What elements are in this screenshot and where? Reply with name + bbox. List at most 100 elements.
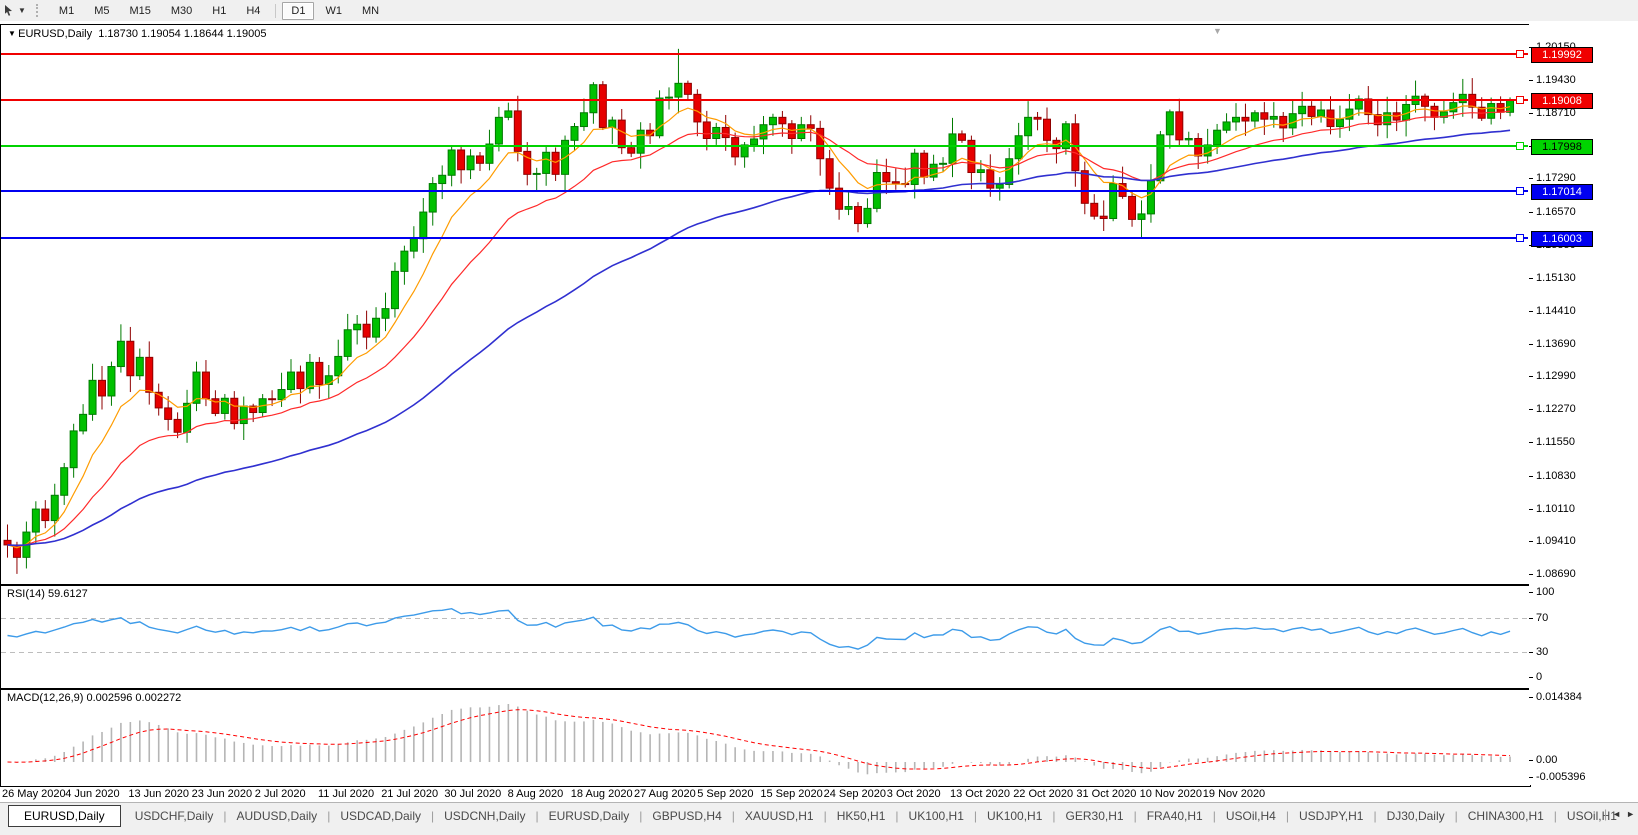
- candle-body: [201, 371, 210, 400]
- candle-body: [882, 172, 891, 183]
- price-axis-tick: [1529, 113, 1533, 115]
- chart-tab-usdchf-daily[interactable]: USDCHF,Daily: [125, 806, 224, 826]
- candle-body: [1260, 112, 1269, 120]
- candle-body: [476, 155, 484, 164]
- chart-tab-ger30-h1[interactable]: GER30,H1: [1056, 806, 1134, 826]
- candle-body: [797, 124, 806, 139]
- chart-tab-xauusd-h1[interactable]: XAUUSD,H1: [735, 806, 824, 826]
- chart-tab-uk100-h1[interactable]: UK100,H1: [899, 806, 974, 826]
- date-axis-label: 26 May 2020: [2, 788, 66, 800]
- candle-body: [79, 413, 88, 432]
- chart-tab-gbpusd-h4[interactable]: GBPUSD,H4: [642, 806, 731, 826]
- tab-scroll-right-icon[interactable]: ►: [1626, 809, 1635, 819]
- candle-body: [1506, 99, 1515, 113]
- price-axis-tick: [1529, 540, 1533, 542]
- price-axis-tick: [1529, 475, 1533, 477]
- timeframe-button-w1[interactable]: W1: [316, 2, 351, 20]
- candle-body: [1014, 135, 1023, 160]
- chart-tab-usdcnh-daily[interactable]: USDCNH,Daily: [434, 806, 535, 826]
- date-axis-label: 13 Jun 2020: [128, 788, 189, 800]
- chart-tab-eurusd-daily[interactable]: EURUSD,Daily: [539, 806, 640, 826]
- date-axis-label: 27 Aug 2020: [634, 788, 696, 800]
- price-axis-label: 1.13690: [1536, 338, 1576, 350]
- horizontal-level-line[interactable]: [1, 237, 1528, 239]
- candle-body: [542, 151, 551, 174]
- timeframe-button-mn[interactable]: MN: [353, 2, 388, 20]
- toolbar-separator: [275, 3, 277, 18]
- cursor-tool-button[interactable]: ▼: [0, 0, 30, 21]
- timeframe-button-m30[interactable]: M30: [162, 2, 201, 20]
- level-handle[interactable]: [1516, 142, 1524, 150]
- toolbar-grip[interactable]: [35, 4, 41, 17]
- price-axis-label: 1.17290: [1536, 172, 1576, 185]
- rsi-axis-label: 30: [1536, 645, 1549, 658]
- price-axis[interactable]: 1.20150 1.19430 1.18710 1.17990 1.17290 1.165…: [1529, 24, 1638, 785]
- horizontal-level-line[interactable]: [1, 99, 1528, 101]
- candle-body: [523, 150, 532, 175]
- chart-tab-china300-h1[interactable]: CHINA300,H1: [1458, 806, 1554, 826]
- horizontal-level-line[interactable]: [1, 145, 1528, 147]
- chart-shift-marker-icon[interactable]: ▼: [1213, 26, 1222, 36]
- timeframe-button-d1[interactable]: D1: [282, 1, 315, 20]
- level-handle[interactable]: [1516, 96, 1524, 104]
- horizontal-level-line[interactable]: [1, 190, 1528, 192]
- level-handle[interactable]: [1516, 234, 1524, 242]
- candlestick-chart: [3, 48, 1515, 574]
- level-handle[interactable]: [1516, 187, 1524, 195]
- candle-body: [504, 110, 513, 118]
- chart-tab-dj30-daily[interactable]: DJ30,Daily: [1377, 806, 1455, 826]
- macd-axis-tick: [1529, 760, 1533, 761]
- chart-tab-usdcad-daily[interactable]: USDCAD,Daily: [330, 806, 431, 826]
- candle-body: [636, 129, 645, 154]
- candle-body: [1080, 170, 1089, 204]
- candle-body: [551, 151, 560, 175]
- rsi-indicator-pane[interactable]: RSI(14) 59.6127: [0, 585, 1531, 689]
- chart-tab-audusd-daily[interactable]: AUDUSD,Daily: [227, 806, 328, 826]
- candle-body: [778, 116, 787, 125]
- candle-body: [353, 323, 362, 331]
- timeframe-button-m5[interactable]: M5: [85, 2, 118, 20]
- timeframe-button-h1[interactable]: H1: [203, 2, 235, 20]
- candle-body: [995, 183, 1004, 189]
- chart-tab-eurusd-daily[interactable]: EURUSD,Daily: [8, 805, 121, 827]
- horizontal-level-line[interactable]: [1, 53, 1528, 55]
- chart-ohlc-values: 1.18730 1.19054 1.18644 1.19005: [92, 28, 267, 40]
- candle-body: [438, 174, 447, 185]
- price-axis-tick: [1529, 178, 1533, 180]
- date-axis-label: 10 Nov 2020: [1139, 788, 1202, 800]
- price-axis-tick: [1529, 80, 1533, 82]
- macd-indicator-pane[interactable]: MACD(12,26,9) 0.002596 0.002272: [0, 689, 1531, 787]
- candle-body: [400, 250, 409, 272]
- timeframe-button-m15[interactable]: M15: [120, 2, 159, 20]
- candle-body: [1213, 129, 1222, 146]
- price-chart-pane[interactable]: ▼ EURUSD,Daily 1.18730 1.19054 1.18644 1…: [0, 24, 1531, 585]
- candle-body: [891, 181, 900, 185]
- timeframe-button-m1[interactable]: M1: [50, 2, 83, 20]
- chart-tab-hk50-h1[interactable]: HK50,H1: [827, 806, 896, 826]
- date-axis-label: 13 Oct 2020: [950, 788, 1010, 800]
- price-axis-tick: [1529, 310, 1533, 312]
- candle-body: [731, 137, 740, 158]
- price-axis-tick: [1529, 573, 1533, 575]
- candle-body: [1184, 137, 1193, 141]
- chart-tab-fra40-h1[interactable]: FRA40,H1: [1137, 806, 1213, 826]
- chart-tabs: EURUSD,Daily USDCHF,Daily | AUDUSD,Daily | US…: [8, 804, 1627, 828]
- macd-label: MACD(12,26,9) 0.002596 0.002272: [7, 692, 182, 704]
- candle-body: [1165, 111, 1174, 136]
- candle-body: [787, 123, 796, 139]
- rsi-axis-tick: [1529, 677, 1533, 678]
- timeframe-button-h4[interactable]: H4: [237, 2, 269, 20]
- candle-body: [598, 84, 607, 128]
- candle-body: [674, 82, 683, 98]
- candle-body: [173, 418, 182, 433]
- date-axis-label: 22 Oct 2020: [1013, 788, 1074, 800]
- chart-tab-usdjpy-h1[interactable]: USDJPY,H1: [1289, 806, 1373, 826]
- date-axis[interactable]: 26 May 2020 4 Jun 2020 13 Jun 2020 23 Jun 2…: [0, 787, 1529, 803]
- tab-scroll-left-icon[interactable]: ◄: [1612, 809, 1621, 819]
- chart-tab-usoil-h4[interactable]: USOil,H4: [1216, 806, 1286, 826]
- chart-tab-uk100-h1[interactable]: UK100,H1: [977, 806, 1052, 826]
- date-axis-label: 15 Sep 2020: [760, 788, 823, 800]
- candle-body: [268, 398, 277, 401]
- level-handle[interactable]: [1516, 50, 1524, 58]
- candle-body: [702, 121, 711, 139]
